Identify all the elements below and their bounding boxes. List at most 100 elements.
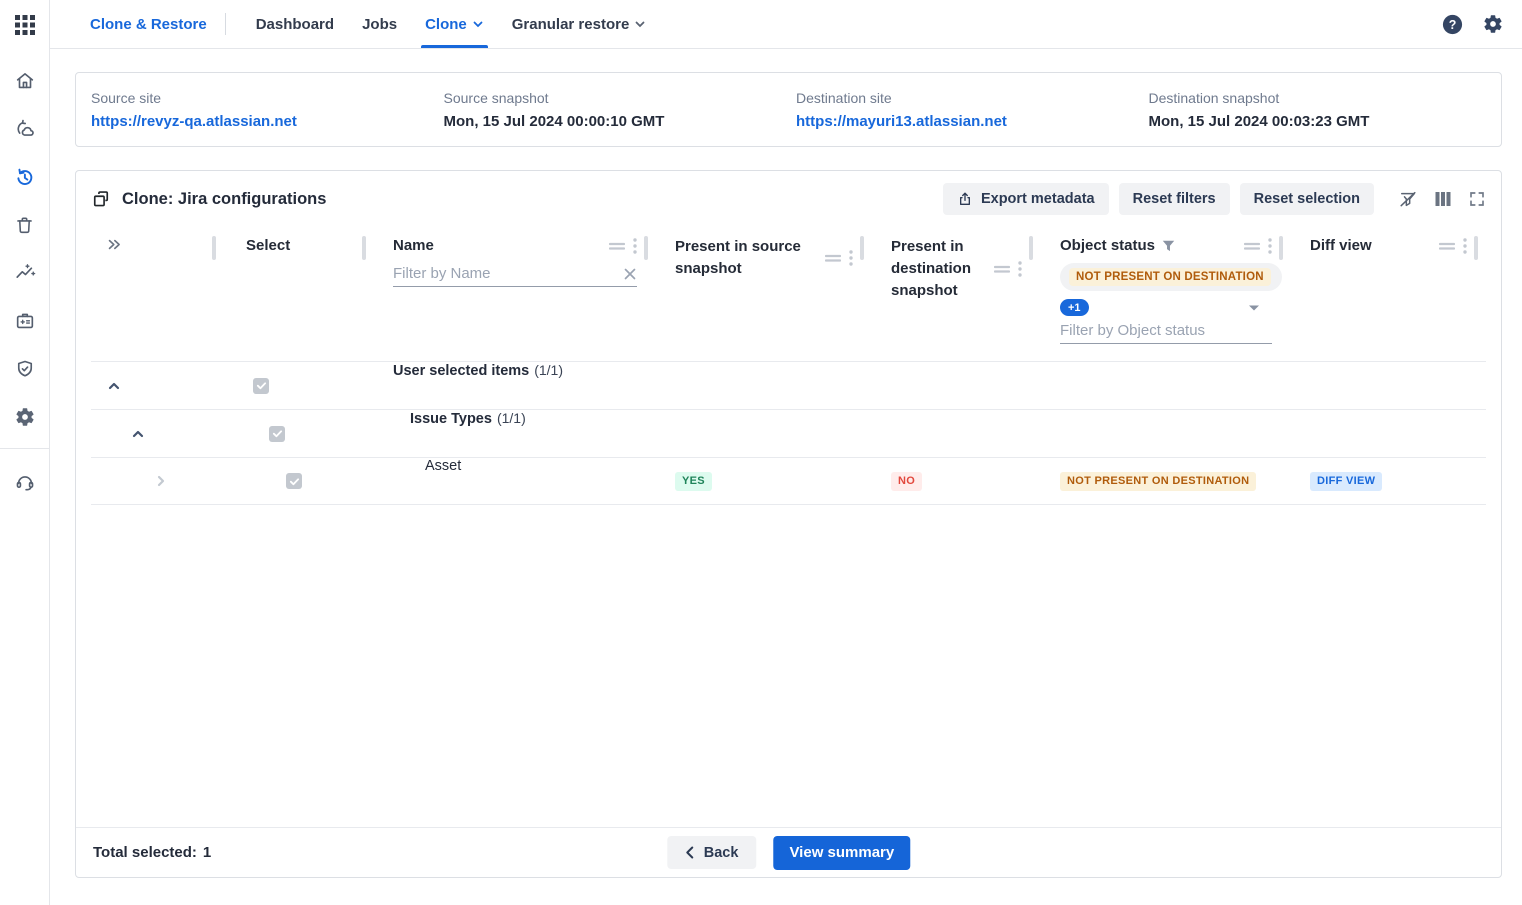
nav-granular-restore[interactable]: Granular restore — [498, 0, 661, 48]
chevron-down-icon — [634, 18, 646, 30]
table-row-asset: Asset YES NO NOT PRESENT ON DESTINATION … — [91, 457, 1486, 505]
analytics-icon[interactable] — [0, 249, 50, 297]
column-menu-icon[interactable] — [1439, 241, 1455, 251]
item-name: Asset — [425, 458, 461, 474]
settings-gear-icon[interactable] — [0, 393, 50, 441]
table-header-row: Select Name Present in source snapsho — [91, 227, 1486, 361]
status-filter-input[interactable] — [1060, 322, 1272, 339]
table-row-issue-types: Issue Types (1/1) — [91, 409, 1486, 457]
view-summary-button[interactable]: View summary — [773, 836, 910, 870]
diff-view-column-header: Diff view — [1286, 227, 1481, 361]
diff-view-link[interactable]: DIFF VIEW — [1310, 472, 1382, 491]
destination-site-link[interactable]: https://mayuri13.atlassian.net — [796, 113, 1149, 130]
source-site-link[interactable]: https://revyz-qa.atlassian.net — [91, 113, 444, 130]
present-destination-badge: NO — [891, 472, 922, 491]
name-column-header: Name — [369, 227, 651, 361]
settings-icon[interactable] — [1482, 13, 1504, 35]
support-headset-icon[interactable] — [0, 458, 50, 506]
row-checkbox[interactable] — [269, 426, 285, 442]
nav-dashboard[interactable]: Dashboard — [242, 0, 348, 48]
destination-snapshot-block: Destination snapshot Mon, 15 Jul 2024 00… — [1149, 90, 1502, 146]
group-name: Issue Types — [410, 411, 492, 427]
reset-filters-button[interactable]: Reset filters — [1119, 183, 1230, 215]
status-filter-dropdown-icon[interactable] — [1248, 304, 1260, 312]
destination-site-block: Destination site https://mayuri13.atlass… — [796, 90, 1149, 146]
expand-all-header — [91, 227, 219, 361]
group-count: (1/1) — [497, 410, 526, 426]
nav-jobs[interactable]: Jobs — [348, 0, 411, 48]
id-badge-icon[interactable] — [0, 297, 50, 345]
source-site-label: Source site — [91, 90, 444, 106]
sidebar — [0, 0, 50, 905]
nav-clone[interactable]: Clone — [411, 0, 498, 48]
column-menu-icon[interactable] — [1244, 241, 1260, 251]
name-filter — [393, 265, 637, 287]
clear-name-filter-icon[interactable] — [623, 267, 637, 281]
column-more-icon[interactable] — [849, 250, 853, 266]
panel-title: Clone: Jira configurations — [122, 190, 326, 209]
columns-icon[interactable] — [1434, 190, 1452, 208]
chevron-left-icon — [685, 846, 694, 859]
column-menu-icon[interactable] — [994, 264, 1010, 274]
source-snapshot-label: Source snapshot — [444, 90, 797, 106]
status-filter-chip-wrap[interactable]: NOT PRESENT ON DESTINATION — [1060, 263, 1282, 291]
column-menu-icon[interactable] — [825, 253, 841, 263]
column-more-icon[interactable] — [1018, 261, 1022, 277]
select-column-header: Select — [219, 227, 369, 361]
svg-text:?: ? — [1449, 17, 1457, 31]
table-row-user-selected-items: User selected items (1/1) — [91, 361, 1486, 409]
reset-selection-button[interactable]: Reset selection — [1240, 183, 1374, 215]
source-site-block: Source site https://revyz-qa.atlassian.n… — [91, 90, 444, 146]
back-button[interactable]: Back — [667, 836, 757, 869]
clone-copy-icon — [91, 189, 111, 209]
column-more-icon[interactable] — [1463, 238, 1467, 254]
expand-row-icon[interactable] — [91, 458, 219, 504]
source-snapshot-value: Mon, 15 Jul 2024 00:00:10 GMT — [444, 113, 797, 130]
destination-snapshot-value: Mon, 15 Jul 2024 00:03:23 GMT — [1149, 113, 1502, 130]
clear-filters-icon[interactable] — [1398, 189, 1418, 209]
column-more-icon[interactable] — [633, 238, 637, 254]
column-more-icon[interactable] — [1268, 238, 1272, 254]
name-filter-input[interactable] — [393, 265, 623, 282]
object-status-badge: NOT PRESENT ON DESTINATION — [1060, 472, 1256, 491]
export-metadata-button[interactable]: Export metadata — [943, 183, 1109, 215]
row-checkbox[interactable] — [253, 378, 269, 394]
clone-configurations-panel: Clone: Jira configurations Export metada… — [75, 170, 1502, 878]
expand-all-icon[interactable] — [106, 236, 123, 253]
app-title[interactable]: Clone & Restore — [90, 16, 207, 33]
nav-divider — [225, 13, 226, 35]
help-icon[interactable]: ? — [1441, 13, 1464, 36]
status-filter — [1060, 322, 1272, 344]
panel-header: Clone: Jira configurations Export metada… — [76, 171, 1501, 227]
restore-history-icon[interactable] — [0, 153, 50, 201]
row-checkbox[interactable] — [286, 473, 302, 489]
total-selected-label: Total selected: — [93, 844, 197, 861]
shield-check-icon[interactable] — [0, 345, 50, 393]
collapse-group-icon[interactable] — [91, 410, 219, 457]
home-icon[interactable] — [0, 57, 50, 105]
snapshot-info-card: Source site https://revyz-qa.atlassian.n… — [75, 72, 1502, 147]
status-filter-more-badge[interactable]: +1 — [1060, 299, 1089, 316]
total-selected-value: 1 — [203, 844, 211, 861]
collapse-group-icon[interactable] — [91, 362, 219, 409]
top-navigation-bar: Clone & Restore Dashboard Jobs Clone Gra… — [0, 0, 1522, 49]
source-snapshot-block: Source snapshot Mon, 15 Jul 2024 00:00:1… — [444, 90, 797, 146]
sidebar-divider — [0, 448, 50, 449]
fullscreen-icon[interactable] — [1468, 190, 1486, 208]
panel-footer: Total selected: 1 Back View summary — [76, 827, 1501, 877]
cloud-backup-icon[interactable] — [0, 105, 50, 153]
present-source-badge: YES — [675, 472, 712, 491]
group-name: User selected items — [393, 363, 529, 379]
status-filter-chip: NOT PRESENT ON DESTINATION — [1069, 268, 1271, 286]
present-destination-column-header: Present in destination snapshot — [867, 227, 1036, 361]
destination-snapshot-label: Destination snapshot — [1149, 90, 1502, 106]
destination-site-label: Destination site — [796, 90, 1149, 106]
configurations-table: Select Name Present in source snapsho — [91, 227, 1486, 505]
column-menu-icon[interactable] — [609, 241, 625, 251]
filter-applied-icon — [1162, 240, 1175, 252]
trash-icon[interactable] — [0, 201, 50, 249]
present-source-column-header: Present in source snapshot — [651, 227, 867, 361]
app-switcher-icon[interactable] — [14, 14, 36, 36]
object-status-column-header: Object status NOT PRESENT ON DESTINATION… — [1036, 227, 1286, 361]
chevron-down-icon — [472, 18, 484, 30]
